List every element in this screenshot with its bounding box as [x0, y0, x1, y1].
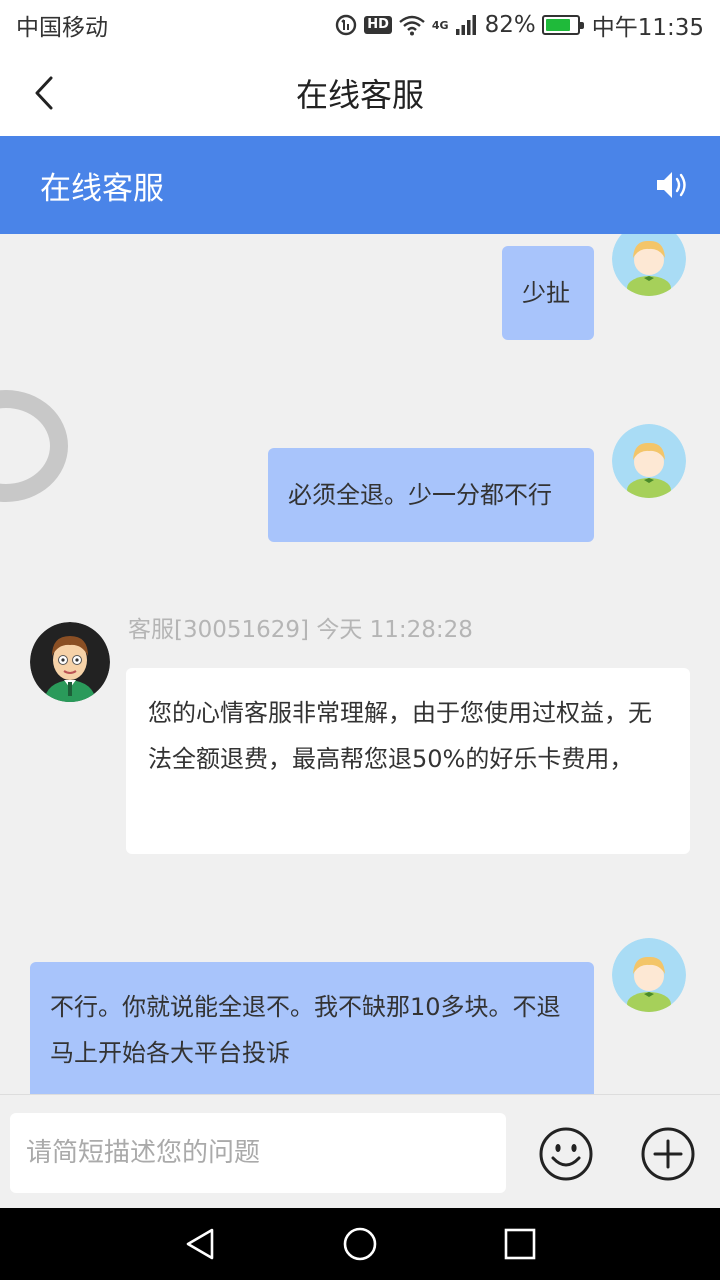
battery-fill — [545, 19, 571, 31]
clock: 中午11:35 — [591, 15, 704, 41]
back-button[interactable] — [22, 71, 66, 115]
add-button[interactable] — [640, 1126, 696, 1182]
user-avatar — [612, 424, 686, 498]
agent-message-bubble: 您的心情客服非常理解，由于您使用过权益，无法全额退费，最高帮您退50%的好乐卡费… — [126, 668, 690, 854]
emoji-button[interactable] — [538, 1126, 594, 1182]
wifi-icon — [398, 14, 426, 36]
network-type-label: 4G — [431, 18, 449, 32]
message-text: 少扯 — [522, 279, 570, 307]
message-text: 不行。你就说能全退不。我不缺那10多块。不退马上开始各大平台投诉 — [50, 993, 561, 1067]
my-message-bubble: 不行。你就说能全退不。我不缺那10多块。不退马上开始各大平台投诉 — [30, 962, 594, 1094]
message-text: 必须全退。少一分都不行 — [288, 481, 552, 509]
loading-spinner — [0, 390, 68, 502]
message-text: 您的心情客服非常理解，由于您使用过权益，无法全额退费，最高帮您退50%的好乐卡费… — [148, 699, 652, 773]
status-bar: 中国移动 HD 4G 82% 中午11:35 — [0, 0, 720, 50]
network-type: 4G — [432, 20, 449, 31]
system-nav-bar — [0, 1208, 720, 1280]
data-saver-icon — [334, 13, 358, 37]
signal-icon — [455, 14, 479, 36]
agent-avatar — [30, 622, 110, 702]
nav-home-icon[interactable] — [342, 1226, 378, 1262]
nav-recents-icon[interactable] — [502, 1226, 538, 1262]
input-bar — [0, 1094, 720, 1208]
chat-header: 在线客服 — [0, 136, 720, 234]
chevron-left-icon — [35, 76, 53, 110]
my-message-bubble: 少扯 — [502, 246, 594, 340]
status-icons: HD 4G 82% 中午11:35 — [334, 8, 704, 42]
speaker-icon[interactable] — [654, 168, 690, 202]
hd-badge: HD — [364, 16, 392, 34]
chat-area[interactable]: 少扯 必须全退。少一分都不行 客服[30051629] 今天 11:28:28 … — [0, 234, 720, 1094]
page-title: 在线客服 — [295, 76, 424, 114]
nav-back-icon[interactable] — [182, 1226, 218, 1262]
my-message-bubble: 必须全退。少一分都不行 — [268, 448, 594, 542]
agent-message-meta: 客服[30051629] 今天 11:28:28 — [128, 617, 473, 643]
user-avatar — [612, 234, 686, 296]
battery-icon — [541, 15, 584, 35]
nav-bar: 在线客服 — [0, 50, 720, 136]
user-avatar — [612, 938, 686, 1012]
chat-header-title: 在线客服 — [40, 170, 164, 207]
message-input[interactable] — [10, 1113, 506, 1193]
carrier-name: 中国移动 — [16, 15, 108, 41]
battery-percent: 82% — [484, 12, 536, 38]
